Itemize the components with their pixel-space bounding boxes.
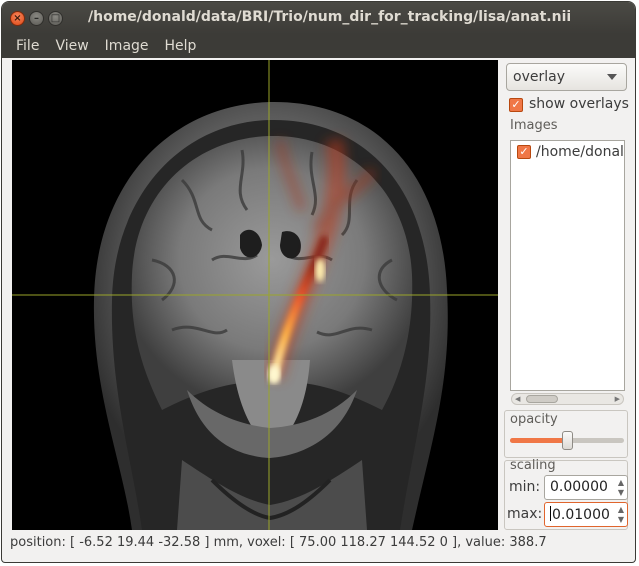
max-spinbox[interactable]: 0.01000 ▲ ▼ bbox=[544, 502, 628, 527]
scaling-label: scaling bbox=[510, 458, 556, 473]
minimize-icon[interactable]: – bbox=[29, 11, 44, 26]
show-overlays-label: show overlays bbox=[529, 96, 629, 112]
decrement-icon[interactable]: ▼ bbox=[618, 515, 624, 524]
max-value: 0.01000 bbox=[552, 507, 610, 523]
opacity-label: opacity bbox=[510, 412, 558, 427]
close-icon[interactable]: × bbox=[10, 11, 25, 26]
scroll-left-icon[interactable]: ◀ bbox=[515, 395, 520, 403]
min-value: 0.00000 bbox=[550, 479, 608, 495]
images-section-label: Images bbox=[510, 118, 558, 133]
window-title: /home/donald/data/BRI/Trio/num_dir_for_t… bbox=[88, 9, 572, 25]
images-list[interactable]: ✓ /home/donald bbox=[510, 140, 625, 391]
opacity-slider-handle[interactable] bbox=[562, 431, 573, 450]
mode-dropdown-value: overlay bbox=[513, 69, 565, 85]
title-bar[interactable]: × – □ /home/donald/data/BRI/Trio/num_dir… bbox=[2, 2, 635, 34]
show-overlays-checkbox[interactable]: ✓ bbox=[509, 98, 523, 112]
image-visible-checkbox[interactable]: ✓ bbox=[517, 145, 531, 159]
min-label: min: bbox=[509, 479, 541, 495]
mri-slice-image bbox=[12, 60, 498, 530]
image-name: /home/donald bbox=[536, 144, 625, 160]
chevron-down-icon bbox=[607, 74, 617, 80]
scrollbar-thumb[interactable] bbox=[526, 395, 558, 403]
menu-help[interactable]: Help bbox=[157, 38, 205, 54]
image-viewport[interactable] bbox=[12, 60, 498, 530]
menu-bar: File View Image Help bbox=[2, 34, 635, 58]
status-bar: position: [ -6.52 19.44 -32.58 ] mm, vox… bbox=[2, 532, 635, 554]
app-window: × – □ /home/donald/data/BRI/Trio/num_dir… bbox=[2, 2, 635, 562]
menu-view[interactable]: View bbox=[47, 38, 96, 54]
decrement-icon[interactable]: ▼ bbox=[618, 488, 624, 497]
min-spinbox[interactable]: 0.00000 ▲ ▼ bbox=[544, 475, 628, 500]
list-item[interactable]: ✓ /home/donald bbox=[511, 141, 624, 163]
menu-image[interactable]: Image bbox=[97, 38, 157, 54]
images-list-scrollbar[interactable]: ◀ ▶ bbox=[511, 393, 624, 405]
mode-dropdown[interactable]: overlay bbox=[506, 63, 627, 91]
text-caret bbox=[550, 506, 551, 521]
overlay-panel: overlay ✓ show overlays Images ✓ /home/d… bbox=[502, 60, 630, 530]
maximize-icon[interactable]: □ bbox=[48, 11, 63, 26]
increment-icon[interactable]: ▲ bbox=[618, 505, 624, 514]
status-text: position: [ -6.52 19.44 -32.58 ] mm, vox… bbox=[10, 535, 547, 550]
increment-icon[interactable]: ▲ bbox=[618, 478, 624, 487]
opacity-slider-fill bbox=[510, 438, 567, 443]
menu-file[interactable]: File bbox=[8, 38, 47, 54]
scroll-right-icon[interactable]: ▶ bbox=[615, 395, 620, 403]
max-label: max: bbox=[507, 506, 543, 522]
